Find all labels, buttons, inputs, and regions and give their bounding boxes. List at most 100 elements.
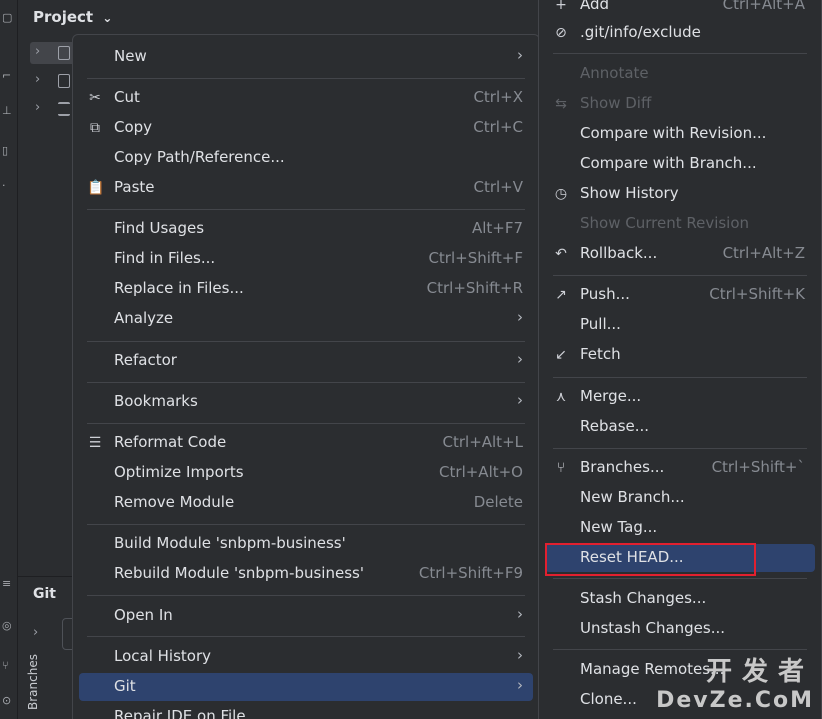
context-menu-item-build-module-snbpm-business[interactable]: Build Module 'snbpm-business' bbox=[79, 530, 533, 558]
context-menu-item-cut[interactable]: ✂ Cut Ctrl+X bbox=[79, 84, 533, 112]
context-menu-item-copy[interactable]: ⧉ Copy Ctrl+C bbox=[79, 114, 533, 142]
branches-tab-label: Branches bbox=[26, 654, 40, 710]
rollback-icon: ↶ bbox=[555, 246, 567, 262]
context-menu-item-find-in-files[interactable]: Find in Files... Ctrl+Shift+F bbox=[79, 245, 533, 273]
paste-icon: 📋 bbox=[87, 180, 105, 196]
context-menu-item-git[interactable]: Git › bbox=[79, 673, 533, 701]
context-menu-item-reformat-code[interactable]: ☰ Reformat Code Ctrl+Alt+L bbox=[79, 429, 533, 457]
context-menu-item-find-usages[interactable]: Find Usages Alt+F7 bbox=[79, 215, 533, 243]
chevron-right-icon[interactable]: › bbox=[35, 100, 40, 115]
git-menu-item-new-branch[interactable]: New Branch... bbox=[545, 484, 815, 512]
git-menu-item-add[interactable]: + Add Ctrl+Alt+A bbox=[545, 0, 815, 19]
git-menu-item-pull[interactable]: Pull... bbox=[545, 311, 815, 339]
context-menu-item-local-history[interactable]: Local History › bbox=[79, 643, 533, 671]
menu-separator bbox=[87, 423, 525, 424]
git-menu-item-git-info-exclude[interactable]: ⊘ .git/info/exclude bbox=[545, 19, 815, 47]
menu-item-label: Cut bbox=[114, 88, 140, 106]
project-panel-title[interactable]: Project ⌄ bbox=[33, 8, 112, 26]
watermark: 开发者 DevZe.CoM bbox=[656, 651, 814, 713]
menu-item-label: Reformat Code bbox=[114, 433, 227, 451]
menu-item-label: Merge... bbox=[580, 387, 642, 405]
terminal-icon[interactable]: ≡ bbox=[2, 578, 14, 590]
menu-item-shortcut: Ctrl+Alt+Z bbox=[722, 244, 805, 262]
context-menu-item-repair-ide-on-file[interactable]: Repair IDE on File bbox=[79, 703, 533, 719]
menu-item-label: Rebuild Module 'snbpm-business' bbox=[114, 564, 364, 582]
context-menu-item-replace-in-files[interactable]: Replace in Files... Ctrl+Shift+R bbox=[79, 275, 533, 303]
git-menu-item-unstash-changes[interactable]: Unstash Changes... bbox=[545, 615, 815, 643]
menu-separator bbox=[87, 595, 525, 596]
scratch-icon bbox=[58, 102, 70, 116]
chevron-right-icon[interactable]: › bbox=[35, 72, 40, 87]
menu-item-label: Show Diff bbox=[580, 94, 652, 112]
chevron-right-icon: › bbox=[517, 391, 523, 409]
menu-item-label: Push... bbox=[580, 285, 630, 303]
context-menu-item-optimize-imports[interactable]: Optimize Imports Ctrl+Alt+O bbox=[79, 459, 533, 487]
menu-item-label: Bookmarks bbox=[114, 392, 198, 410]
context-menu-item-copy-path-reference[interactable]: Copy Path/Reference... bbox=[79, 144, 533, 172]
context-menu: New › ✂ Cut Ctrl+X ⧉ Copy Ctrl+C Copy Path/Refer… bbox=[72, 34, 540, 719]
context-menu-item-remove-module[interactable]: Remove Module Delete bbox=[79, 489, 533, 517]
menu-item-shortcut: Ctrl+Shift+F bbox=[428, 249, 523, 267]
more-icon[interactable]: · bbox=[2, 180, 14, 192]
git-panel-title[interactable]: Git bbox=[33, 586, 56, 602]
scissors-icon: ✂ bbox=[89, 90, 101, 106]
context-menu-item-analyze[interactable]: Analyze › bbox=[79, 305, 533, 333]
project-tool-icon[interactable]: ▢ bbox=[2, 12, 14, 24]
menu-item-label: Copy bbox=[114, 118, 153, 136]
menu-item-label: Show Current Revision bbox=[580, 214, 750, 232]
context-menu-item-paste[interactable]: 📋 Paste Ctrl+V bbox=[79, 174, 533, 202]
git-menu-item-merge[interactable]: ⋏ Merge... bbox=[545, 383, 815, 411]
menu-item-label: Unstash Changes... bbox=[580, 619, 726, 637]
structure-icon[interactable]: ▯ bbox=[2, 145, 14, 157]
git-menu-item-stash-changes[interactable]: Stash Changes... bbox=[545, 585, 815, 613]
chevron-right-icon[interactable]: › bbox=[35, 44, 40, 59]
git-menu-item-branches[interactable]: ⑂ Branches... Ctrl+Shift+` bbox=[545, 454, 815, 482]
menu-item-shortcut: Ctrl+V bbox=[473, 178, 523, 196]
chevron-right-icon: › bbox=[517, 350, 523, 368]
library-icon bbox=[58, 74, 70, 88]
git-menu-item-show-diff: ⇆ Show Diff bbox=[545, 90, 815, 118]
chevron-right-icon: › bbox=[517, 308, 523, 326]
chevron-right-icon[interactable]: › bbox=[33, 625, 38, 640]
menu-item-label: Build Module 'snbpm-business' bbox=[114, 534, 346, 552]
problems-icon[interactable]: ◎ bbox=[2, 620, 14, 632]
menu-separator bbox=[87, 209, 525, 210]
git-menu-item-rollback[interactable]: ↶ Rollback... Ctrl+Alt+Z bbox=[545, 240, 815, 268]
menu-item-shortcut: Ctrl+Shift+F9 bbox=[418, 564, 523, 582]
git-menu-item-show-history[interactable]: ◷ Show History bbox=[545, 180, 815, 208]
history-icon: ◷ bbox=[554, 186, 568, 202]
project-title-label: Project bbox=[33, 8, 94, 26]
push-icon: ↗ bbox=[555, 287, 567, 303]
context-menu-item-rebuild-module-snbpm-business[interactable]: Rebuild Module 'snbpm-business' Ctrl+Shif… bbox=[79, 560, 533, 588]
git-menu-item-push[interactable]: ↗ Push... Ctrl+Shift+K bbox=[545, 281, 815, 309]
menu-item-label: Replace in Files... bbox=[114, 279, 244, 297]
git-icon[interactable]: ⑂ bbox=[2, 660, 14, 672]
menu-item-label: Optimize Imports bbox=[114, 463, 244, 481]
menu-item-shortcut: Ctrl+Shift+R bbox=[426, 279, 523, 297]
git-menu-item-compare-with-revision[interactable]: Compare with Revision... bbox=[545, 120, 815, 148]
context-menu-item-refactor[interactable]: Refactor › bbox=[79, 347, 533, 375]
context-menu-item-new[interactable]: New › bbox=[79, 43, 533, 71]
git-menu-item-rebase[interactable]: Rebase... bbox=[545, 413, 815, 441]
menu-separator bbox=[553, 275, 807, 276]
services-icon[interactable]: ⊙ bbox=[2, 695, 14, 707]
pull-requests-icon[interactable]: ⊥ bbox=[2, 105, 14, 117]
menu-item-shortcut: Delete bbox=[473, 493, 523, 511]
git-menu-item-fetch[interactable]: ↙ Fetch bbox=[545, 341, 815, 369]
git-menu-item-compare-with-branch[interactable]: Compare with Branch... bbox=[545, 150, 815, 178]
branches-tab[interactable]: Branches bbox=[18, 650, 58, 719]
chevron-right-icon: › bbox=[517, 646, 523, 664]
menu-item-shortcut: Ctrl+Shift+K bbox=[709, 285, 805, 303]
menu-item-label: Repair IDE on File bbox=[114, 707, 246, 719]
context-menu-item-open-in[interactable]: Open In › bbox=[79, 602, 533, 630]
context-menu-item-bookmarks[interactable]: Bookmarks › bbox=[79, 388, 533, 416]
menu-item-label: New Branch... bbox=[580, 488, 685, 506]
menu-item-label: .git/info/exclude bbox=[580, 23, 701, 41]
chevron-right-icon: › bbox=[517, 605, 523, 623]
reformat-icon: ☰ bbox=[88, 435, 102, 451]
commit-tool-icon[interactable]: ⌐ bbox=[2, 70, 14, 82]
menu-item-label: Rollback... bbox=[580, 244, 658, 262]
git-menu-item-new-tag[interactable]: New Tag... bbox=[545, 514, 815, 542]
git-submenu: + Add Ctrl+Alt+A ⊘ .git/info/exclude Annotate… bbox=[538, 0, 822, 719]
git-menu-item-show-current-revision: Show Current Revision bbox=[545, 210, 815, 238]
